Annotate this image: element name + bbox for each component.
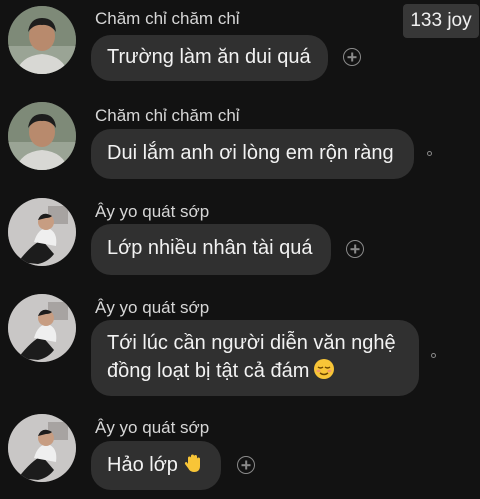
message-row: Ây yo quát sớp Lớp nhiều nhân tài quá bbox=[0, 192, 480, 282]
message-text: Hảo lớp bbox=[107, 454, 178, 476]
message-status-icon bbox=[427, 151, 432, 156]
add-reaction-icon[interactable] bbox=[343, 48, 361, 66]
sender-name: Ây yo quát sớp bbox=[95, 298, 210, 317]
message-bubble[interactable]: Dui lắm anh ơi lòng em rộn ràng bbox=[91, 129, 414, 179]
sender-name: Ây yo quát sớp bbox=[95, 202, 210, 221]
add-reaction-icon[interactable] bbox=[346, 240, 364, 258]
reaction-count-badge: 133 joy bbox=[403, 4, 479, 38]
message-text: Lớp nhiều nhân tài quá bbox=[107, 237, 313, 259]
message-text: Dui lắm anh ơi lòng em rộn ràng bbox=[107, 142, 394, 164]
message-bubble[interactable]: Hảo lớp bbox=[91, 441, 221, 490]
message-bubble[interactable]: Lớp nhiều nhân tài quá bbox=[91, 224, 331, 275]
message-text: Tới lúc cần người diễn văn nghệ bbox=[107, 332, 396, 354]
message-text-line2: đồng loạt bị tật cả đám bbox=[107, 357, 335, 389]
message-row: Chăm chỉ chăm chỉ Dui lắm anh ơi lòng em… bbox=[0, 96, 480, 186]
message-text: Trường làm ăn dui quá bbox=[107, 46, 311, 68]
message-text-line: Hảo lớp bbox=[107, 451, 204, 483]
message-status-icon bbox=[431, 353, 436, 358]
avatar[interactable] bbox=[8, 102, 76, 170]
avatar[interactable] bbox=[8, 198, 76, 266]
sender-name: Chăm chỉ chăm chỉ bbox=[95, 106, 240, 125]
message-bubble[interactable]: Trường làm ăn dui quá bbox=[91, 35, 328, 81]
message-text: đồng loạt bị tật cả đám bbox=[107, 360, 310, 382]
sender-name: Ây yo quát sớp bbox=[95, 418, 210, 437]
relieved-face-icon bbox=[313, 358, 335, 389]
sender-name: Chăm chỉ chăm chỉ bbox=[95, 9, 240, 28]
message-bubble[interactable]: Tới lúc cần người diễn văn nghệ đồng loạ… bbox=[91, 320, 419, 396]
message-row: Ây yo quát sớp Hảo lớp bbox=[0, 408, 480, 499]
add-reaction-icon[interactable] bbox=[237, 456, 255, 474]
avatar[interactable] bbox=[8, 294, 76, 362]
avatar[interactable] bbox=[8, 414, 76, 482]
avatar[interactable] bbox=[8, 6, 76, 74]
message-row: Ây yo quát sớp Tới lúc cần người diễn vă… bbox=[0, 288, 480, 406]
waving-hand-icon bbox=[182, 452, 204, 483]
